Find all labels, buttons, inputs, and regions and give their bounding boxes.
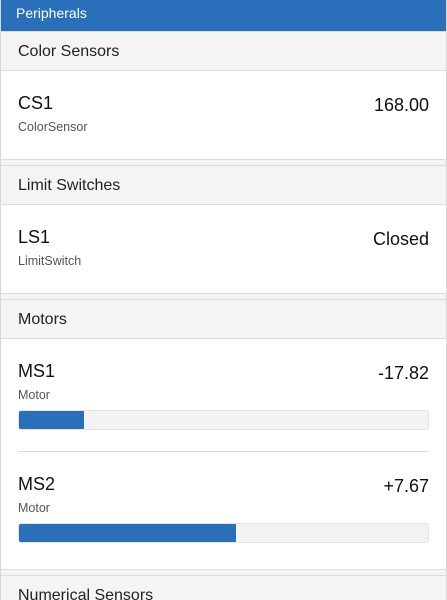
section-title: Numerical Sensors — [18, 587, 154, 600]
section-header-limit-switches[interactable]: Limit Switches — [1, 165, 446, 205]
peripherals-panel: Peripherals Color Sensors CS1 ColorSenso… — [0, 0, 447, 600]
peripheral-name: CS1 — [18, 93, 54, 113]
section-title: Motors — [18, 311, 67, 328]
peripheral-name: MS1 — [18, 361, 56, 381]
peripheral-value: 168.00 — [373, 95, 429, 115]
section-title: Limit Switches — [18, 177, 121, 194]
motor-power-bar — [18, 523, 429, 543]
peripheral-type: ColorSensor — [18, 120, 88, 134]
peripheral-type: Motor — [18, 388, 50, 402]
peripheral-item-ls1: LS1 LimitSwitch Closed — [1, 205, 446, 293]
peripheral-value: -17.82 — [377, 363, 429, 383]
peripheral-item-cs1: CS1 ColorSensor 168.00 — [1, 71, 446, 159]
panel-title-bar: Peripherals — [1, 0, 446, 31]
peripheral-value: Closed — [372, 229, 429, 249]
section-header-motors[interactable]: Motors — [1, 299, 446, 339]
panel-title: Peripherals — [16, 5, 87, 21]
section-header-numerical-sensors[interactable]: Numerical Sensors — [1, 575, 446, 600]
peripheral-name: MS2 — [18, 474, 56, 494]
motor-power-bar-fill — [19, 524, 236, 542]
peripheral-type: Motor — [18, 501, 50, 515]
peripheral-item-ms1: MS1 Motor -17.82 — [1, 339, 446, 452]
section-header-color-sensors[interactable]: Color Sensors — [1, 31, 446, 71]
peripheral-item-ms2: MS2 Motor +7.67 — [1, 452, 446, 569]
peripheral-value: +7.67 — [383, 476, 429, 496]
peripheral-name: LS1 — [18, 227, 51, 247]
peripheral-type: LimitSwitch — [18, 254, 82, 268]
motor-power-bar-fill — [19, 411, 85, 429]
motor-power-bar — [18, 410, 429, 430]
section-title: Color Sensors — [18, 43, 120, 60]
